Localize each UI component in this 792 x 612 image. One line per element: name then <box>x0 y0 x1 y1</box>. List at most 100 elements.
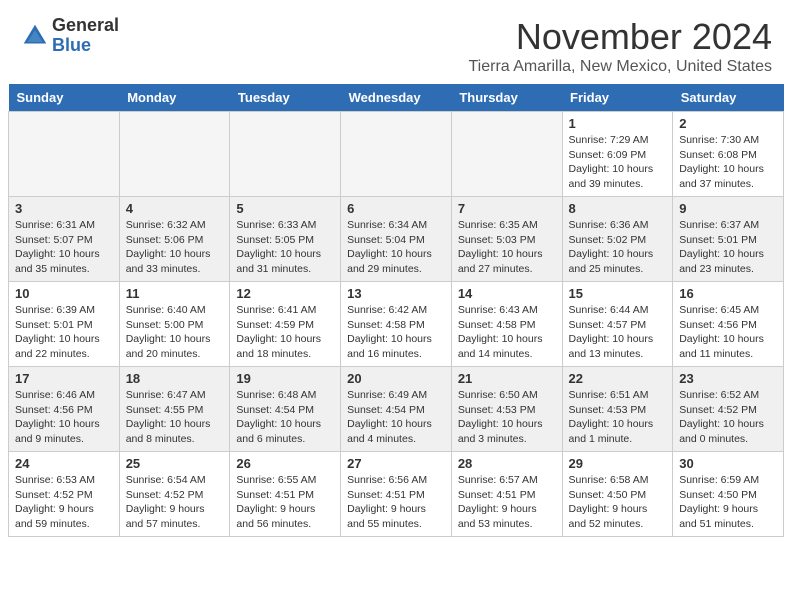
day-info: Sunrise: 7:29 AMSunset: 6:09 PMDaylight:… <box>569 133 667 192</box>
calendar-cell: 12 Sunrise: 6:41 AMSunset: 4:59 PMDayligh… <box>230 282 341 367</box>
logo-icon <box>20 21 50 51</box>
calendar-cell: 11 Sunrise: 6:40 AMSunset: 5:00 PMDayligh… <box>119 282 230 367</box>
calendar-cell: 5 Sunrise: 6:33 AMSunset: 5:05 PMDaylight… <box>230 197 341 282</box>
day-number: 11 <box>126 286 224 301</box>
location-subtitle: Tierra Amarilla, New Mexico, United Stat… <box>468 58 772 76</box>
calendar-cell: 22Sunrise: 6:51 AMSunset: 4:53 PMDayligh… <box>562 367 673 452</box>
day-number: 1 <box>569 116 667 131</box>
day-info: Sunrise: 6:52 AMSunset: 4:52 PMDaylight:… <box>679 388 777 447</box>
calendar-cell: 27 Sunrise: 6:56 AMSunset: 4:51 PMDayligh… <box>341 452 452 537</box>
calendar-cell: 28 Sunrise: 6:57 AMSunset: 4:51 PMDayligh… <box>451 452 562 537</box>
day-info: Sunrise: 6:54 AMSunset: 4:52 PMDaylight:… <box>126 473 224 532</box>
day-number: 21 <box>458 371 556 386</box>
weekday-header: Tuesday <box>230 84 341 112</box>
calendar-cell <box>119 112 230 197</box>
day-info: Sunrise: 6:34 AMSunset: 5:04 PMDaylight:… <box>347 218 445 277</box>
day-number: 23 <box>679 371 777 386</box>
calendar-cell: 2Sunrise: 7:30 AMSunset: 6:08 PMDaylight… <box>673 112 784 197</box>
day-number: 24 <box>15 456 113 471</box>
day-number: 27 <box>347 456 445 471</box>
weekday-header: Thursday <box>451 84 562 112</box>
day-info: Sunrise: 6:31 AMSunset: 5:07 PMDaylight:… <box>15 218 113 277</box>
weekday-header-row: SundayMondayTuesdayWednesdayThursdayFrid… <box>9 84 784 112</box>
title-block: November 2024 Tierra Amarilla, New Mexic… <box>468 16 772 76</box>
month-title: November 2024 <box>468 16 772 58</box>
day-info: Sunrise: 7:30 AMSunset: 6:08 PMDaylight:… <box>679 133 777 192</box>
day-info: Sunrise: 6:39 AMSunset: 5:01 PMDaylight:… <box>15 303 113 362</box>
day-info: Sunrise: 6:40 AMSunset: 5:00 PMDaylight:… <box>126 303 224 362</box>
day-info: Sunrise: 6:56 AMSunset: 4:51 PMDaylight:… <box>347 473 445 532</box>
day-info: Sunrise: 6:33 AMSunset: 5:05 PMDaylight:… <box>236 218 334 277</box>
weekday-header: Sunday <box>9 84 120 112</box>
day-number: 28 <box>458 456 556 471</box>
logo-general-text: General <box>52 16 119 36</box>
calendar-cell: 20 Sunrise: 6:49 AMSunset: 4:54 PMDayligh… <box>341 367 452 452</box>
day-info: Sunrise: 6:53 AMSunset: 4:52 PMDaylight:… <box>15 473 113 532</box>
logo: General Blue <box>20 16 119 56</box>
logo-text: General Blue <box>52 16 119 56</box>
day-number: 29 <box>569 456 667 471</box>
calendar-cell: 10 Sunrise: 6:39 AMSunset: 5:01 PMDayligh… <box>9 282 120 367</box>
week-row: 10 Sunrise: 6:39 AMSunset: 5:01 PMDayligh… <box>9 282 784 367</box>
day-info: Sunrise: 6:48 AMSunset: 4:54 PMDaylight:… <box>236 388 334 447</box>
calendar-cell: 9 Sunrise: 6:37 AMSunset: 5:01 PMDaylight… <box>673 197 784 282</box>
calendar-cell: 6 Sunrise: 6:34 AMSunset: 5:04 PMDaylight… <box>341 197 452 282</box>
day-info: Sunrise: 6:43 AMSunset: 4:58 PMDaylight:… <box>458 303 556 362</box>
calendar-cell: 16Sunrise: 6:45 AMSunset: 4:56 PMDayligh… <box>673 282 784 367</box>
day-info: Sunrise: 6:59 AMSunset: 4:50 PMDaylight:… <box>679 473 777 532</box>
calendar-cell: 1 Sunrise: 7:29 AMSunset: 6:09 PMDaylight… <box>562 112 673 197</box>
day-info: Sunrise: 6:45 AMSunset: 4:56 PMDaylight:… <box>679 303 777 362</box>
calendar-cell: 24 Sunrise: 6:53 AMSunset: 4:52 PMDayligh… <box>9 452 120 537</box>
day-number: 13 <box>347 286 445 301</box>
day-info: Sunrise: 6:35 AMSunset: 5:03 PMDaylight:… <box>458 218 556 277</box>
day-number: 14 <box>458 286 556 301</box>
day-info: Sunrise: 6:44 AMSunset: 4:57 PMDaylight:… <box>569 303 667 362</box>
day-info: Sunrise: 6:58 AMSunset: 4:50 PMDaylight:… <box>569 473 667 532</box>
day-number: 9 <box>679 201 777 216</box>
day-info: Sunrise: 6:49 AMSunset: 4:54 PMDaylight:… <box>347 388 445 447</box>
calendar-cell <box>230 112 341 197</box>
day-number: 15 <box>569 286 667 301</box>
day-number: 4 <box>126 201 224 216</box>
day-info: Sunrise: 6:32 AMSunset: 5:06 PMDaylight:… <box>126 218 224 277</box>
day-number: 5 <box>236 201 334 216</box>
day-info: Sunrise: 6:42 AMSunset: 4:58 PMDaylight:… <box>347 303 445 362</box>
day-number: 10 <box>15 286 113 301</box>
day-number: 12 <box>236 286 334 301</box>
calendar-cell: 25Sunrise: 6:54 AMSunset: 4:52 PMDayligh… <box>119 452 230 537</box>
day-info: Sunrise: 6:36 AMSunset: 5:02 PMDaylight:… <box>569 218 667 277</box>
day-number: 19 <box>236 371 334 386</box>
day-info: Sunrise: 6:50 AMSunset: 4:53 PMDaylight:… <box>458 388 556 447</box>
weekday-header: Wednesday <box>341 84 452 112</box>
weekday-header: Saturday <box>673 84 784 112</box>
day-number: 30 <box>679 456 777 471</box>
calendar-cell <box>9 112 120 197</box>
week-row: 17Sunrise: 6:46 AMSunset: 4:56 PMDayligh… <box>9 367 784 452</box>
day-info: Sunrise: 6:57 AMSunset: 4:51 PMDaylight:… <box>458 473 556 532</box>
calendar-cell: 18 Sunrise: 6:47 AMSunset: 4:55 PMDayligh… <box>119 367 230 452</box>
day-info: Sunrise: 6:41 AMSunset: 4:59 PMDaylight:… <box>236 303 334 362</box>
day-number: 7 <box>458 201 556 216</box>
day-number: 18 <box>126 371 224 386</box>
calendar-cell <box>451 112 562 197</box>
day-info: Sunrise: 6:47 AMSunset: 4:55 PMDaylight:… <box>126 388 224 447</box>
day-number: 20 <box>347 371 445 386</box>
day-info: Sunrise: 6:37 AMSunset: 5:01 PMDaylight:… <box>679 218 777 277</box>
calendar-cell: 13 Sunrise: 6:42 AMSunset: 4:58 PMDayligh… <box>341 282 452 367</box>
calendar-cell: 30 Sunrise: 6:59 AMSunset: 4:50 PMDayligh… <box>673 452 784 537</box>
calendar-cell: 23 Sunrise: 6:52 AMSunset: 4:52 PMDayligh… <box>673 367 784 452</box>
day-number: 6 <box>347 201 445 216</box>
page-header: General Blue November 2024 Tierra Amaril… <box>0 0 792 84</box>
day-number: 22 <box>569 371 667 386</box>
calendar-cell: 15 Sunrise: 6:44 AMSunset: 4:57 PMDayligh… <box>562 282 673 367</box>
day-number: 8 <box>569 201 667 216</box>
week-row: 3Sunrise: 6:31 AMSunset: 5:07 PMDaylight… <box>9 197 784 282</box>
day-number: 17 <box>15 371 113 386</box>
calendar-cell: 17Sunrise: 6:46 AMSunset: 4:56 PMDayligh… <box>9 367 120 452</box>
weekday-header: Monday <box>119 84 230 112</box>
day-number: 26 <box>236 456 334 471</box>
weekday-header: Friday <box>562 84 673 112</box>
day-info: Sunrise: 6:55 AMSunset: 4:51 PMDaylight:… <box>236 473 334 532</box>
calendar-cell: 4 Sunrise: 6:32 AMSunset: 5:06 PMDaylight… <box>119 197 230 282</box>
week-row: 24 Sunrise: 6:53 AMSunset: 4:52 PMDayligh… <box>9 452 784 537</box>
